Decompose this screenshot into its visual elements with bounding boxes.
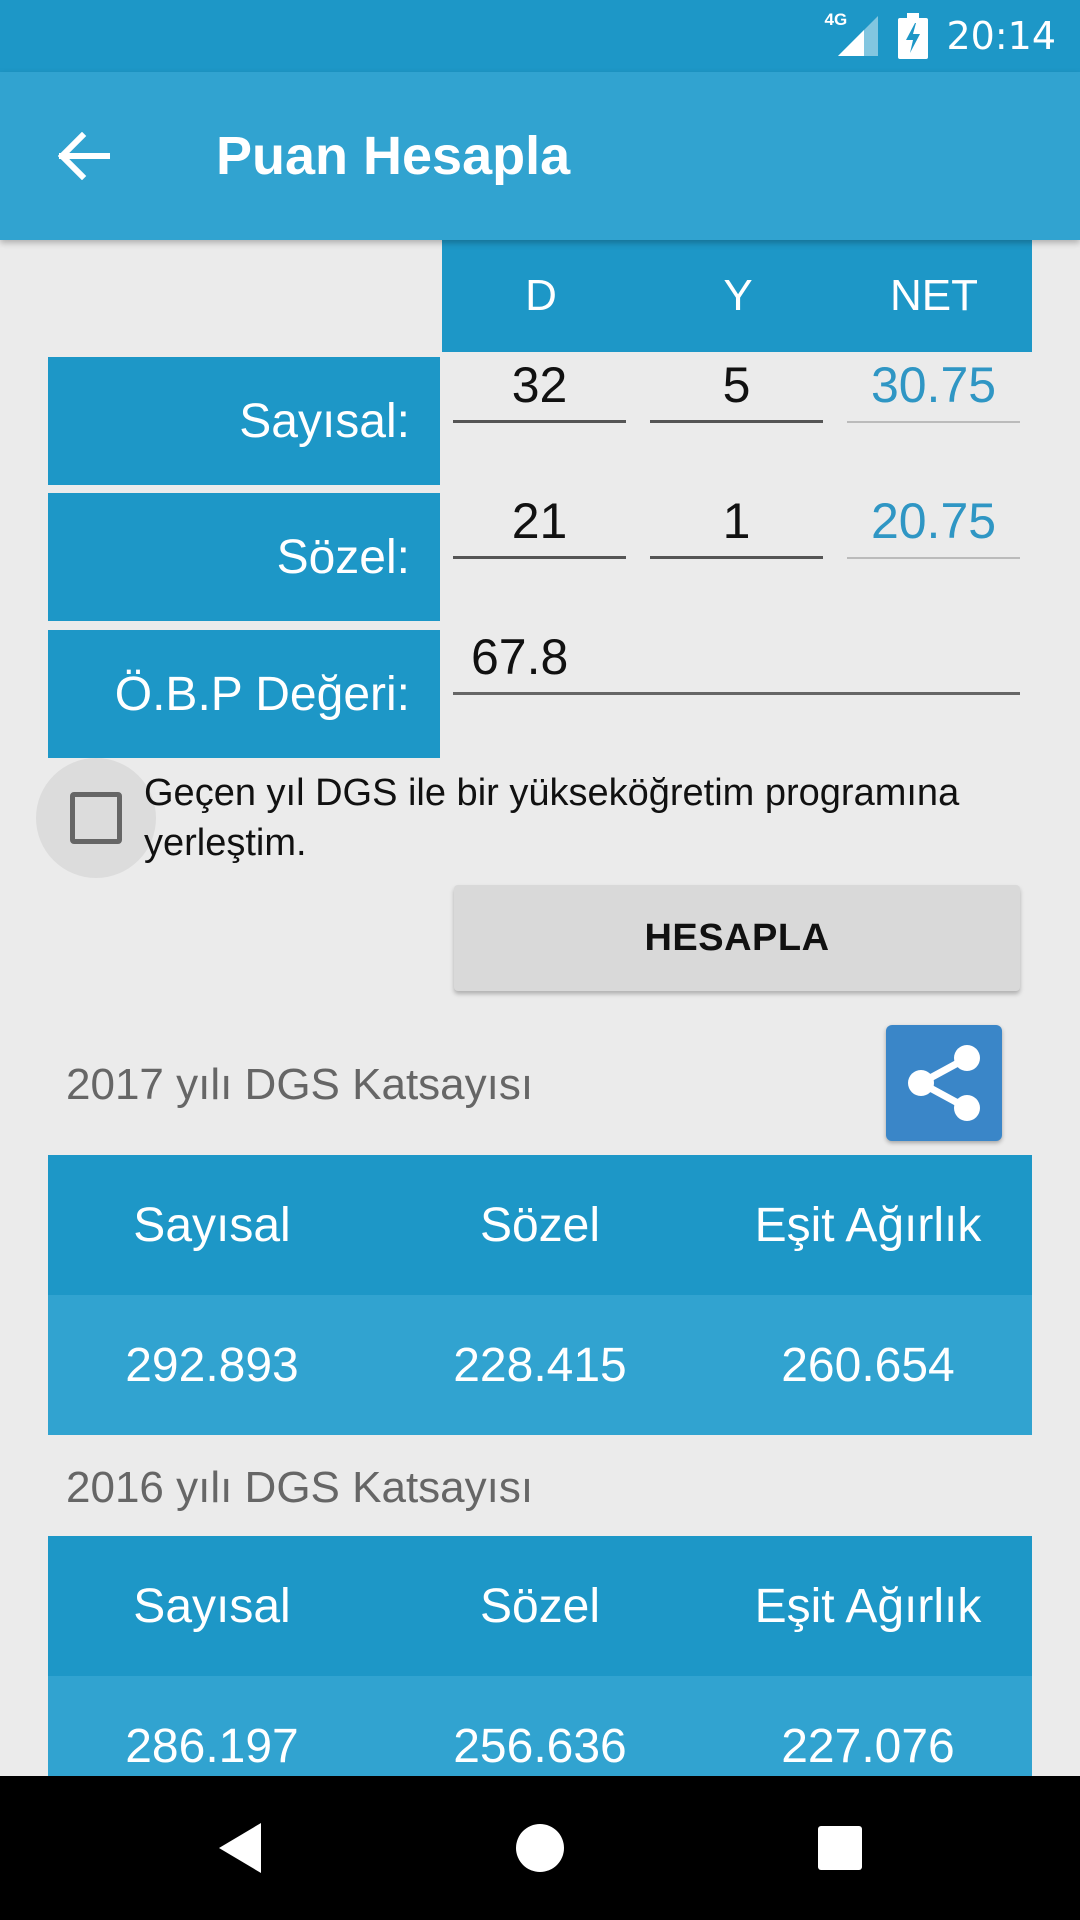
sozel-d-input[interactable]: 21 xyxy=(453,485,626,559)
checkbox-label[interactable]: Geçen yıl DGS ile bir yükseköğretim prog… xyxy=(144,768,1044,868)
table-header-row: Sayısal Sözel Eşit Ağırlık xyxy=(48,1155,1032,1295)
sayisal-y-input[interactable]: 5 xyxy=(650,349,823,423)
status-icons: 4G 20:14 xyxy=(824,0,1056,72)
status-time: 20:14 xyxy=(946,14,1056,58)
table-row: 286.197 256.636 227.076 xyxy=(48,1676,1032,1776)
table-header-cell: Sayısal xyxy=(133,1198,291,1252)
circle-home-icon xyxy=(516,1824,564,1872)
main-content[interactable]: D Y NET Sayısal: 32 5 30.75 Sözel: 21 1 … xyxy=(0,240,1080,1776)
sayisal-d-input[interactable]: 32 xyxy=(453,349,626,423)
table-cell: 227.076 xyxy=(781,1719,955,1773)
column-header-d: D xyxy=(525,271,557,320)
share-icon xyxy=(908,1045,980,1121)
app-bar: Puan Hesapla xyxy=(0,72,1080,240)
table-cell: 228.415 xyxy=(453,1338,627,1392)
table-cell: 260.654 xyxy=(781,1338,955,1392)
table-cell: 286.197 xyxy=(125,1719,299,1773)
table-header-cell: Eşit Ağırlık xyxy=(754,1579,982,1633)
arrow-left-icon xyxy=(58,132,110,180)
obp-input[interactable]: 67.8 xyxy=(453,621,1020,695)
table-header-cell: Sayısal xyxy=(133,1579,291,1633)
page-title: Puan Hesapla xyxy=(216,126,571,186)
sozel-y-input[interactable]: 1 xyxy=(650,485,823,559)
nav-recents-button[interactable] xyxy=(768,1776,912,1920)
nav-back-button[interactable] xyxy=(168,1776,312,1920)
share-button[interactable] xyxy=(886,1025,1002,1141)
table-header-row: Sayısal Sözel Eşit Ağırlık xyxy=(48,1536,1032,1676)
table-cell: 256.636 xyxy=(453,1719,627,1773)
table-row: 292.893 228.415 260.654 xyxy=(48,1295,1032,1435)
back-button[interactable] xyxy=(44,116,124,196)
sayisal-net-value: 30.75 xyxy=(847,349,1020,423)
checkbox-box xyxy=(70,792,122,844)
square-recents-icon xyxy=(818,1826,862,1870)
network-type-label: 4G xyxy=(824,10,848,29)
last-year-placement-checkbox[interactable] xyxy=(36,758,156,878)
section-title-2016: 2016 yılı DGS Katsayısı xyxy=(66,1463,534,1512)
navigation-bar xyxy=(0,1776,1080,1920)
table-header-cell: Eşit Ağırlık xyxy=(754,1198,982,1252)
table-cell: 292.893 xyxy=(125,1338,299,1392)
column-header-y: Y xyxy=(723,271,753,320)
table-header-cell: Sözel xyxy=(479,1579,601,1633)
battery-charging-icon xyxy=(898,13,929,59)
coefficient-table-2017: Sayısal Sözel Eşit Ağırlık 292.893 228.4… xyxy=(48,1155,1032,1435)
nav-home-button[interactable] xyxy=(468,1776,612,1920)
triangle-back-icon xyxy=(219,1823,261,1873)
sozel-net-value: 20.75 xyxy=(847,485,1020,559)
status-bar: 4G 20:14 xyxy=(0,0,1080,72)
coefficient-table-2016: Sayısal Sözel Eşit Ağırlık 286.197 256.6… xyxy=(48,1536,1032,1776)
calculate-button[interactable]: HESAPLA xyxy=(454,885,1020,991)
row-label-obp: Ö.B.P Değeri: xyxy=(48,630,440,758)
row-label-sayisal: Sayısal: xyxy=(48,357,440,485)
section-title-2017: 2017 yılı DGS Katsayısı xyxy=(66,1060,534,1109)
column-header-net: NET xyxy=(890,271,978,320)
signal-icon: 4G xyxy=(824,10,880,58)
row-label-sozel: Sözel: xyxy=(48,493,440,621)
table-header-cell: Sözel xyxy=(479,1198,601,1252)
column-header: D Y NET xyxy=(442,240,1032,352)
